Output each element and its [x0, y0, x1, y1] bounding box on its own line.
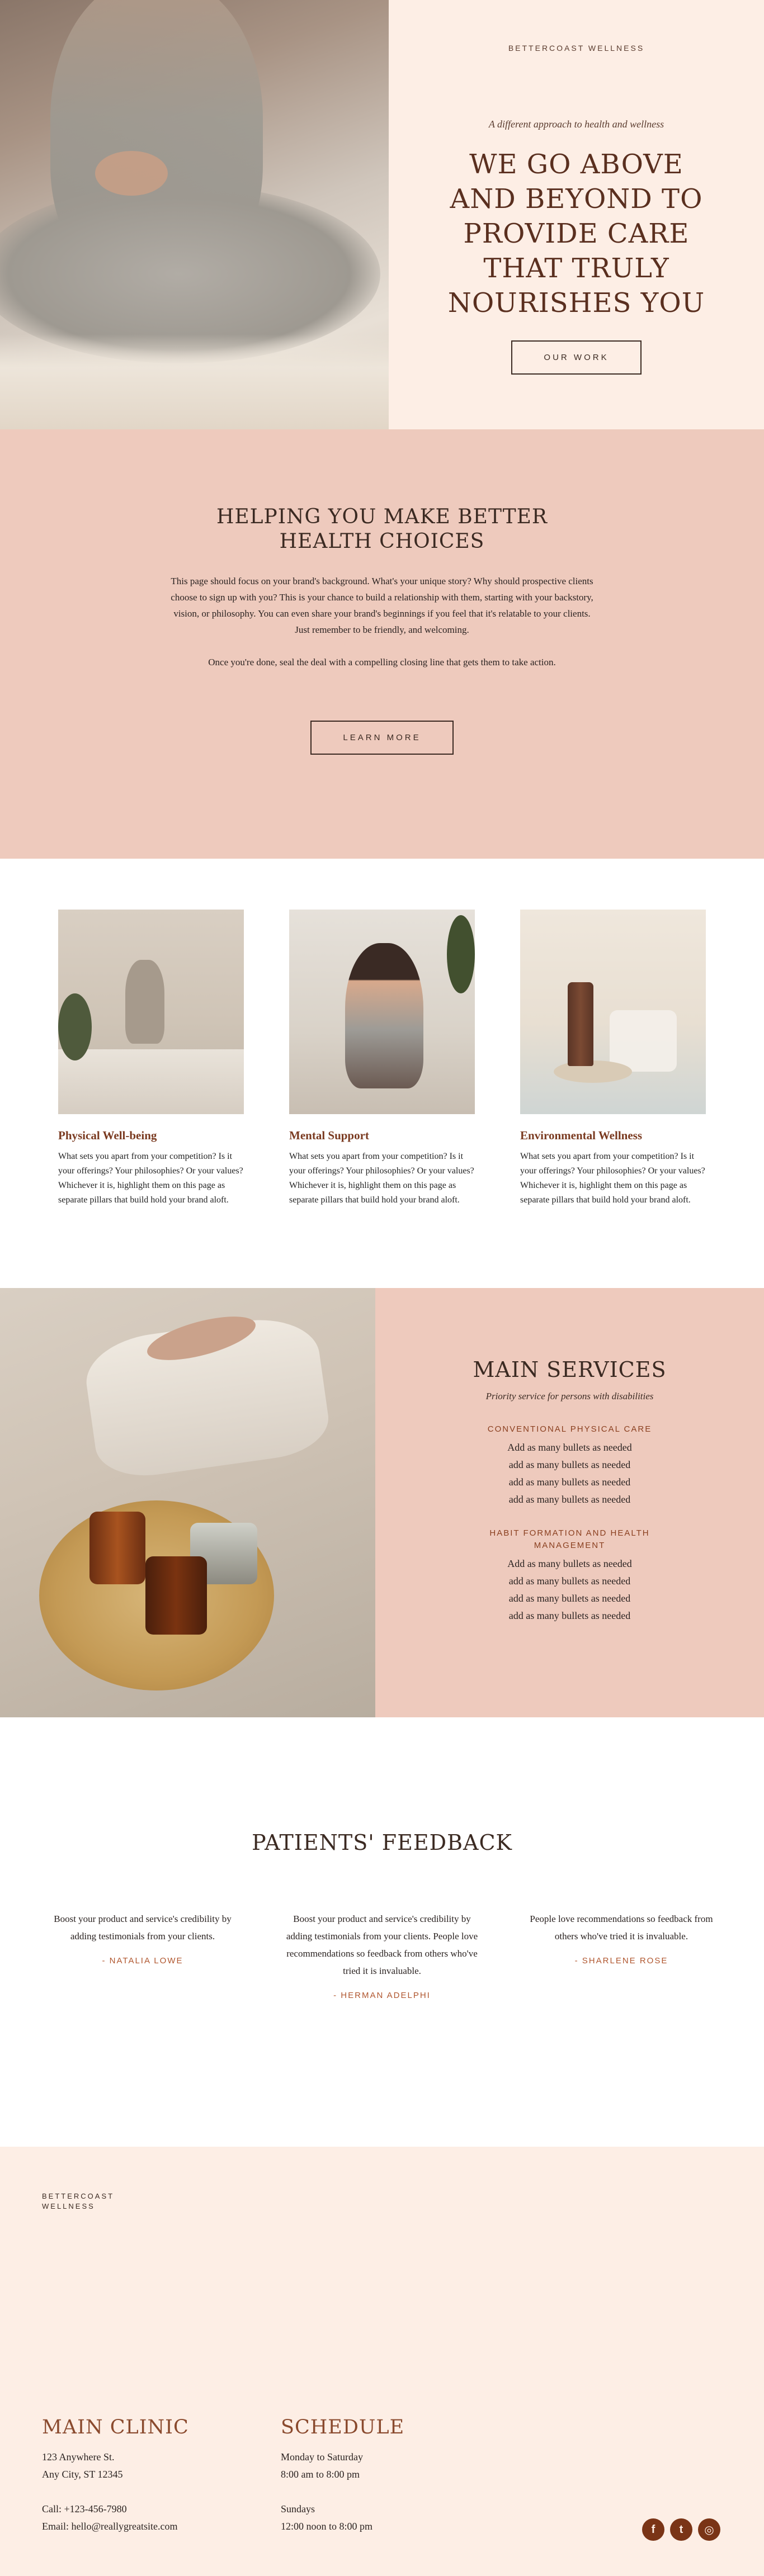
- hero-section: BETTERCOAST WELLNESS A different approac…: [0, 0, 764, 429]
- testimonial-author: - SHARLENE ROSE: [574, 1956, 668, 1966]
- about-body: This page should focus on your brand's b…: [171, 576, 593, 635]
- testimonial-author: - HERMAN ADELPHI: [333, 1991, 431, 2000]
- services-heading: MAIN SERVICES: [473, 1357, 667, 1382]
- testimonial: Boost your product and service's credibi…: [281, 1910, 483, 2000]
- hero-tagline: A different approach to health and welln…: [488, 119, 664, 130]
- pillars-section: Physical Well-being What sets you apart …: [0, 859, 764, 1288]
- pillar-title: Physical Well-being: [58, 1129, 157, 1142]
- hero-yoga-image: [0, 0, 389, 429]
- about-closing: Once you're done, seal the deal with a c…: [208, 657, 556, 667]
- testimonial-author: - NATALIA LOWE: [102, 1956, 183, 1966]
- service-item: add as many bullets as needed: [508, 1476, 631, 1488]
- service-item: add as many bullets as needed: [508, 1593, 631, 1604]
- schedule-line: 12:00 noon to 8:00 pm: [281, 2521, 373, 2532]
- clinic-address-line: 123 Anywhere St.: [42, 2451, 115, 2463]
- feedback-heading: PATIENTS' FEEDBACK: [252, 1830, 512, 1855]
- clinic-address-line: Any City, ST 12345: [42, 2469, 123, 2480]
- service-list: Add as many bullets as needed add as man…: [507, 1555, 631, 1625]
- facebook-icon[interactable]: f: [642, 2518, 664, 2541]
- services-subtitle: Priority service for persons with disabi…: [485, 1391, 654, 1401]
- service-item: Add as many bullets as needed: [507, 1442, 632, 1453]
- pillar-mental: Mental Support What sets you apart from …: [289, 910, 475, 1288]
- service-category-title: CONVENTIONAL PHYSICAL CARE: [487, 1424, 652, 1434]
- testimonial-quote: Boost your product and service's credibi…: [54, 1914, 232, 1942]
- testimonials-row: Boost your product and service's credibi…: [42, 1910, 722, 2000]
- clinic-title: MAIN CLINIC: [42, 2416, 189, 2438]
- schedule-title: SCHEDULE: [281, 2416, 405, 2438]
- testimonial: Boost your product and service's credibi…: [42, 1910, 243, 2000]
- clinic-info: MAIN CLINIC 123 Anywhere St. Any City, S…: [42, 2416, 189, 2535]
- schedule-info: SCHEDULE Monday to Saturday 8:00 am to 8…: [281, 2416, 404, 2535]
- testimonial-quote: People love recommendations so feedback …: [530, 1914, 713, 1942]
- about-section: HELPING YOU MAKE BETTER HEALTH CHOICES T…: [0, 429, 764, 859]
- candles-image: [0, 1288, 375, 1717]
- pillar-image: [520, 910, 706, 1114]
- schedule-line: Sundays: [281, 2503, 315, 2515]
- services-section: MAIN SERVICES Priority service for perso…: [0, 1288, 764, 1717]
- pillar-body: What sets you apart from your competitio…: [289, 1152, 474, 1205]
- pillar-title: Environmental Wellness: [520, 1129, 643, 1142]
- footer: BETTERCOAST WELLNESS MAIN CLINIC 123 Any…: [0, 2147, 764, 2576]
- pillar-environmental: Environmental Wellness What sets you apa…: [520, 910, 706, 1288]
- twitter-icon[interactable]: t: [670, 2518, 692, 2541]
- services-panel: MAIN SERVICES Priority service for perso…: [375, 1288, 764, 1717]
- instagram-icon[interactable]: ◎: [698, 2518, 720, 2541]
- service-item: Add as many bullets as needed: [507, 1558, 632, 1569]
- our-work-button[interactable]: OUR WORK: [511, 340, 642, 375]
- schedule-line: 8:00 am to 8:00 pm: [281, 2469, 360, 2480]
- pillar-title: Mental Support: [289, 1129, 369, 1142]
- hero-text-panel: BETTERCOAST WELLNESS A different approac…: [389, 0, 764, 429]
- testimonial: People love recommendations so feedback …: [521, 1910, 722, 2000]
- schedule-line: Monday to Saturday: [281, 2451, 363, 2463]
- testimonial-quote: Boost your product and service's credibi…: [286, 1914, 478, 1976]
- learn-more-button[interactable]: LEARN MORE: [310, 721, 454, 755]
- service-category-title: HABIT FORMATION AND HEALTH MANAGEMENT: [489, 1528, 650, 1550]
- service-item: add as many bullets as needed: [508, 1494, 631, 1505]
- service-list: Add as many bullets as needed add as man…: [507, 1439, 631, 1508]
- site-brand[interactable]: BETTERCOAST WELLNESS: [508, 44, 644, 53]
- pillar-body: What sets you apart from your competitio…: [520, 1152, 705, 1205]
- about-heading: HELPING YOU MAKE BETTER HEALTH CHOICES: [216, 505, 548, 553]
- service-item: add as many bullets as needed: [508, 1610, 631, 1621]
- clinic-email[interactable]: Email: hello@reallygreatsite.com: [42, 2518, 189, 2535]
- hero-heading: WE GO ABOVE AND BEYOND TO PROVIDE CARE T…: [447, 149, 705, 319]
- service-item: add as many bullets as needed: [508, 1575, 631, 1587]
- clinic-phone[interactable]: Call: +123-456-7980: [42, 2501, 189, 2518]
- feedback-section: PATIENTS' FEEDBACK Boost your product an…: [0, 1717, 764, 2147]
- footer-brand[interactable]: BETTERCOAST WELLNESS: [42, 2191, 154, 2212]
- pillar-body: What sets you apart from your competitio…: [58, 1152, 243, 1205]
- service-item: add as many bullets as needed: [508, 1459, 631, 1470]
- pillar-image: [289, 910, 475, 1114]
- social-links: f t ◎: [642, 2518, 720, 2541]
- pillar-image: [58, 910, 244, 1114]
- pillar-physical: Physical Well-being What sets you apart …: [58, 910, 244, 1288]
